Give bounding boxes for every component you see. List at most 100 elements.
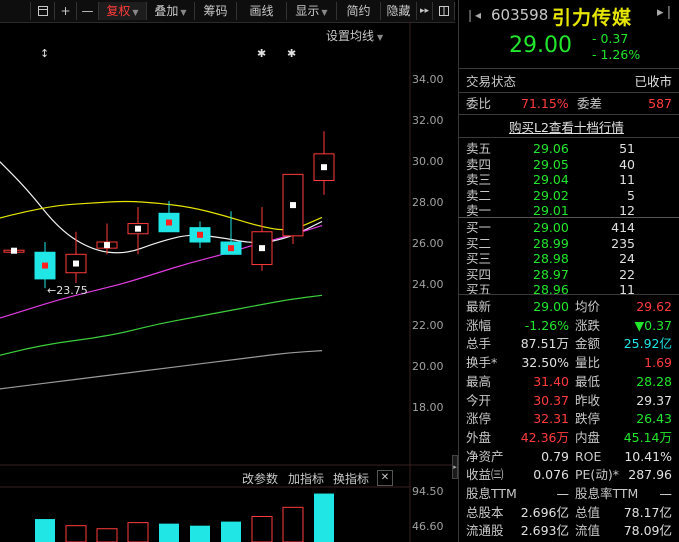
stock-code: 603598 [491,6,549,24]
stat-label: 昨收 [575,392,601,408]
price-axis-label: 22.00 [412,319,444,332]
stat-value: 2.693亿 [520,523,569,539]
stats-row: 净资产 0.79 ROE 10.41% [459,447,679,466]
stat-label: 总值 [575,504,601,520]
stats-row: 涨停 32.31 跌停 26.43 [459,409,679,428]
stat-value: 28.28 [636,373,672,389]
event-marker[interactable]: ↕ [40,47,49,60]
stats-row: 今开 30.37 昨收 29.37 [459,391,679,410]
candle-marker [73,260,79,267]
sidebar-expand-icon[interactable]: ▸❘ [657,5,674,20]
kline-chart[interactable]: 设置均线 ▼ ↕ ✱ ✱ ←23.75 34.00 32.00 30.00 28.… [0,22,456,542]
candle-marker [104,242,110,249]
divider [459,217,679,218]
stats-row: 总手 87.51万 金额 25.92亿 [459,334,679,353]
volume-bar [282,506,304,542]
overlay-button[interactable]: 叠加 ▼ [146,2,194,20]
ma-line [0,161,323,254]
candle-marker [11,247,17,254]
event-marker[interactable]: ✱ [257,47,266,60]
stat-value: 2.696亿 [520,504,569,520]
stat-value: 78.17亿 [623,504,672,520]
chevron-down-icon: ▼ [180,8,187,17]
stat-value: — [556,486,570,501]
divider [459,137,679,138]
candle-marker [135,225,141,232]
buy-l2-link[interactable]: 购买L2查看十档行情 [509,117,624,136]
stat-label: ROE [575,448,602,464]
stat-value: 42.36万 [520,429,569,445]
stat-label: 量比 [575,355,601,371]
ma-line [0,294,323,356]
candle-marker [166,219,172,226]
stat-value: 32.31 [533,411,569,427]
stat-value: 10.41% [624,448,672,464]
stats-row: 外盘 42.36万 内盘 45.14万 [459,428,679,447]
order-ratio-value: 71.15% [521,96,569,111]
stat-label: 跌停 [575,411,601,427]
add-indicator-button[interactable]: 加指标 [288,470,324,487]
last-price: 29.00 [509,33,572,58]
sidebar-toggle-icon[interactable]: ❘◂ [465,8,481,22]
stat-value: 78.09亿 [623,523,672,539]
layout-icon[interactable] [432,2,455,20]
chart-toolbar: + — 复权 ▼ 叠加 ▼ 筹码 画线 显示 ▼ 简约 隐藏 ▸▸ [0,0,455,23]
candle-marker [259,245,265,252]
stat-label: 净资产 [466,448,504,464]
divider [459,294,679,295]
zoom-out-button[interactable]: — [76,2,98,20]
stat-label: 最新 [466,299,492,314]
ma-line [0,350,323,390]
order-diff-label: 委差 [577,96,603,111]
stat-value: 45.14万 [623,429,672,445]
divider [459,114,679,115]
low-price-marker: ←23.75 [47,284,88,297]
window-copy-icon[interactable] [30,2,54,20]
order-ratio-row: 委比 71.15% 委差 587 [459,94,679,113]
change-params-button[interactable]: 改参数 [242,470,278,487]
stats-row: 换手* 32.50% 量比 1.69 [459,353,679,372]
ma-settings-label: 设置均线 [326,29,375,43]
price-axis-label: 26.00 [412,237,444,250]
zoom-in-button[interactable]: + [54,2,76,20]
simple-mode-button[interactable]: 简约 [336,2,380,20]
volume-bar [251,516,273,542]
adjust-price-button[interactable]: 复权 ▼ [98,2,146,20]
volume-axis-label: 94.50 [412,485,444,498]
quote-panel: ❘◂ 603598 引力传媒 ▸❘ 29.00 - 0.37 - 1.26% 交… [458,0,679,542]
switch-indicator-button[interactable]: 换指标 [333,470,369,487]
chevron-down-icon: ▼ [377,33,384,42]
ma-settings-button[interactable]: 设置均线 ▼ [326,27,383,44]
chips-button[interactable]: 筹码 [194,2,236,20]
volume-bar [127,522,149,542]
chevron-down-icon: ▼ [132,8,139,17]
stat-value: 31.40 [533,373,569,389]
stock-name: 引力传媒 [552,7,633,29]
stat-label: 涨幅 [466,317,492,333]
display-button[interactable]: 显示 ▼ [286,2,336,20]
candle-marker [42,262,48,269]
draw-line-button[interactable]: 画线 [236,2,286,20]
stat-label: 流值 [575,523,601,539]
volume-bar [314,493,334,542]
expand-right-icon[interactable]: ▸▸ [416,2,432,20]
stat-value: 29.00 [533,299,569,314]
stats-row: 流通股 2.693亿 流值 78.09亿 [459,521,679,540]
candles [3,131,335,289]
overlay-label: 叠加 [154,4,179,18]
stat-label: 流通股 [466,523,504,539]
stat-value: 287.96 [628,467,672,483]
stat-value: 1.69 [644,355,672,371]
stat-value: 0.076 [533,467,569,483]
volume-axis-label: 46.60 [412,520,444,533]
price-change-pct: - 1.26% [592,47,641,62]
event-marker[interactable]: ✱ [287,47,296,60]
hide-button[interactable]: 隐藏 [380,2,416,20]
candle-marker [321,164,327,171]
stat-value: 30.37 [533,392,569,408]
display-label: 显示 [295,4,320,18]
stat-label: 均价 [575,299,601,314]
divider [459,68,679,69]
close-indicator-icon[interactable]: ✕ [377,470,393,486]
stat-label: 内盘 [575,429,601,445]
